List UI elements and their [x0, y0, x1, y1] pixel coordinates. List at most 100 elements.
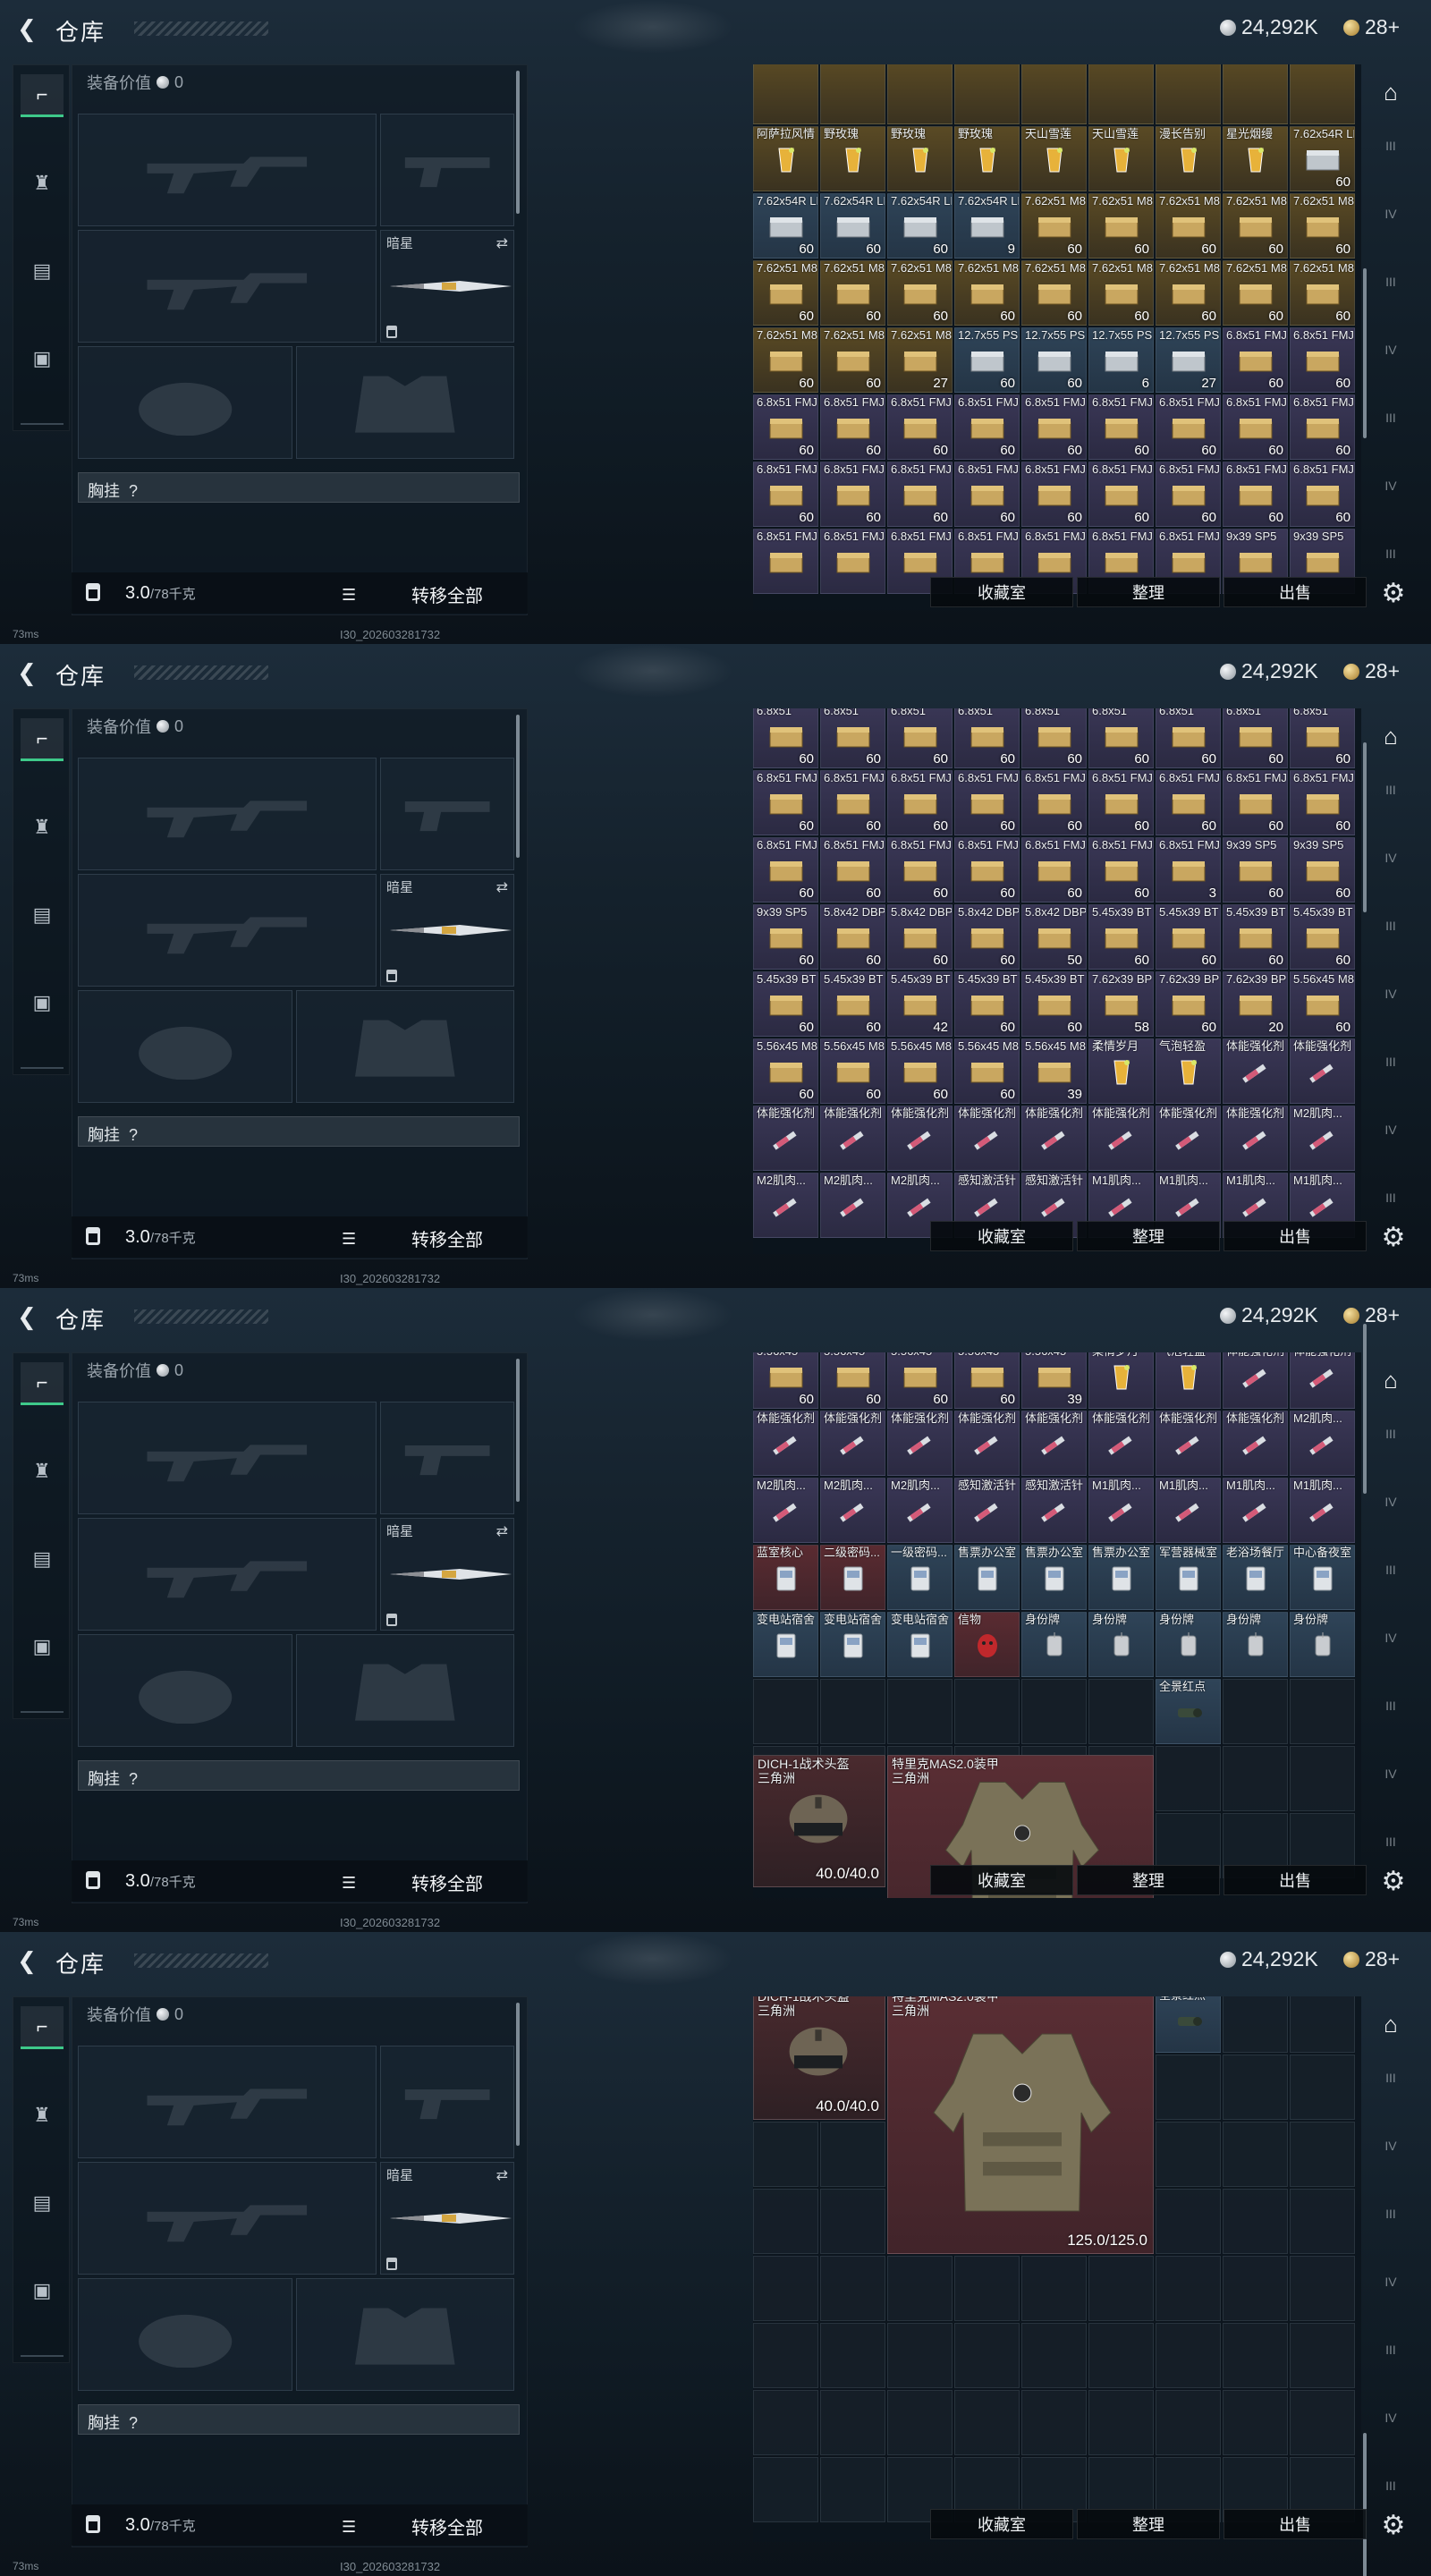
nav-case[interactable]: ▣	[21, 2269, 64, 2312]
item-cell[interactable]: 售票办公室	[954, 1545, 1020, 1610]
list-icon[interactable]: ☰	[342, 1230, 356, 1249]
item-cell[interactable]: 7.62x51 M80 60	[954, 260, 1020, 326]
equip-scrollbar[interactable]	[516, 71, 520, 214]
item-cell[interactable]: 身份牌	[1156, 1612, 1221, 1677]
item-cell[interactable]: 漫长告别	[1156, 126, 1221, 191]
item-cell[interactable]: 体能强化剂	[1223, 1106, 1288, 1171]
equip-scrollbar[interactable]	[516, 1359, 520, 1502]
rn-tier-tab[interactable]: III	[1376, 911, 1406, 941]
melee-slot[interactable]: 暗星 ⇄	[380, 1518, 514, 1631]
item-cell[interactable]: 6.8x51 FMJ 60	[887, 394, 953, 460]
item-cell[interactable]: 6.8x51 FMJ 60	[820, 394, 885, 460]
item-cell[interactable]: 蓝室核心	[753, 1545, 818, 1610]
transfer-all-button[interactable]: 转移全部	[411, 1869, 483, 1895]
item-cell[interactable]: 变电站宿舍	[887, 1612, 953, 1677]
item-cell[interactable]: 6.8x51 FMJ 60	[1021, 770, 1087, 835]
item-cell[interactable]: 体能强化剂	[887, 1106, 953, 1171]
item-cell[interactable]: 体能强化剂	[1088, 1106, 1154, 1171]
item-cell[interactable]: 7.62x51 M80 60	[1021, 193, 1087, 258]
item-cell[interactable]: 7.62x51 M80 60	[1223, 193, 1288, 258]
item-cell[interactable]: M2肌肉...	[1290, 1411, 1355, 1476]
item-cell[interactable]: 5.56x45 M855A1 60	[820, 1038, 885, 1104]
rn-tier-tab[interactable]: IV	[1376, 2402, 1406, 2433]
item-cell[interactable]: 体能强化剂	[1223, 1352, 1288, 1409]
collection-room-button[interactable]: 收藏室	[930, 1221, 1073, 1251]
item-cell[interactable]: 7.62x51 M80 60	[1088, 193, 1154, 258]
item-cell[interactable]: 体能强化剂	[1156, 1411, 1221, 1476]
item-cell[interactable]: 6.8x51 60	[1088, 708, 1154, 768]
rn-tier-tab[interactable]: IV	[1376, 1114, 1406, 1145]
sort-button[interactable]: 整理	[1077, 2509, 1220, 2539]
primary-weapon-slot[interactable]	[78, 114, 377, 226]
sort-button[interactable]: 整理	[1077, 1865, 1220, 1895]
rn-tier-tab[interactable]: III	[1376, 2063, 1406, 2093]
item-cell[interactable]: 6.8x51 FMJ 60	[1290, 462, 1355, 527]
nav-vest[interactable]: ▤	[21, 2182, 64, 2224]
rn-tier-tab[interactable]: III	[1376, 2470, 1406, 2501]
item-cell[interactable]: M1肌肉...	[1223, 1478, 1288, 1543]
sell-button[interactable]: 出售	[1224, 577, 1367, 607]
item-cell[interactable]: 6.8x51 60	[887, 708, 953, 768]
item-cell[interactable]: M2肌肉...	[753, 1478, 818, 1543]
pistol-slot[interactable]	[380, 114, 514, 226]
rn-tier-tab[interactable]: IV	[1376, 1758, 1406, 1789]
item-cell[interactable]: 7.62x51 M80 60	[887, 260, 953, 326]
item-cell[interactable]: 信物	[954, 1612, 1020, 1677]
item-cell[interactable]: 体能强化剂	[954, 1106, 1020, 1171]
sort-button[interactable]: 整理	[1077, 577, 1220, 607]
rn-home[interactable]: ⌂	[1376, 1365, 1406, 1395]
item-cell[interactable]: 6.8x51 FMJ 60	[954, 394, 1020, 460]
item-cell[interactable]: 5.56x45 M855A1 60	[887, 1038, 953, 1104]
item-cell[interactable]: 5.56x45 M855A1 60	[954, 1038, 1020, 1104]
item-cell[interactable]: 感知激活针	[1021, 1478, 1087, 1543]
rn-tier-tab[interactable]: III	[1376, 267, 1406, 297]
item-cell[interactable]: 体能强化剂	[753, 1411, 818, 1476]
settings-button[interactable]: ⚙	[1377, 577, 1410, 609]
item-cell[interactable]: 体能强化剂	[820, 1411, 885, 1476]
item-cell[interactable]: 阿萨拉风情	[753, 126, 818, 191]
gold-balance[interactable]: 28+	[1343, 15, 1400, 39]
item-cell[interactable]: 6.8x51 FMJ 60	[1290, 394, 1355, 460]
sell-button[interactable]: 出售	[1224, 2509, 1367, 2539]
item-cell[interactable]: 7.62x51 M80 60	[753, 260, 818, 326]
sort-button[interactable]: 整理	[1077, 1221, 1220, 1251]
secondary-weapon-slot[interactable]	[78, 1518, 377, 1631]
item-cell[interactable]: 6.8x51 FMJ 60	[1290, 770, 1355, 835]
rn-tier-tab[interactable]: III	[1376, 775, 1406, 805]
gold-balance[interactable]: 28+	[1343, 659, 1400, 683]
item-cell[interactable]: 体能强化剂	[1223, 1411, 1288, 1476]
item-cell[interactable]: 6.8x51 60	[753, 708, 818, 768]
item-cell[interactable]: M2肌肉...	[1290, 1106, 1355, 1171]
rn-tier-tab[interactable]: III	[1376, 1555, 1406, 1585]
sell-button[interactable]: 出售	[1224, 1221, 1367, 1251]
item-cell[interactable]: 售票办公室	[1088, 1545, 1154, 1610]
rn-home[interactable]: ⌂	[1376, 721, 1406, 751]
nav-backpack[interactable]: ♜	[21, 2094, 64, 2137]
grid-scrollbar[interactable]	[1363, 2433, 1367, 2576]
rn-tier-tab[interactable]: III	[1376, 1826, 1406, 1857]
item-cell[interactable]: 7.62x39 BP 60	[1156, 971, 1221, 1037]
gold-balance[interactable]: 28+	[1343, 1303, 1400, 1327]
item-cell[interactable]: 6.8x51 FMJ 60	[887, 770, 953, 835]
item-cell[interactable]: 7.62x54R LPS 60	[1290, 126, 1355, 191]
item-cell[interactable]: 6.8x51 FMJ 60	[1021, 394, 1087, 460]
item-cell[interactable]: 体能强化剂	[1021, 1106, 1087, 1171]
swap-icon[interactable]: ⇄	[496, 234, 508, 252]
rn-tier-tab[interactable]: IV	[1376, 470, 1406, 501]
back-button[interactable]: ❮	[14, 1303, 39, 1330]
item-cell[interactable]: M1肌肉...	[1088, 1478, 1154, 1543]
helmet-item[interactable]: DICH-1战术头盔 三角洲 40.0/40.0	[753, 1996, 885, 2120]
item-cell[interactable]: 天山雪莲	[1021, 126, 1087, 191]
melee-slot[interactable]: 暗星 ⇄	[380, 2162, 514, 2275]
item-cell[interactable]: 5.56x45 M855A1 60	[753, 1038, 818, 1104]
item-cell[interactable]: 6.8x51 60	[820, 708, 885, 768]
collection-room-button[interactable]: 收藏室	[930, 1865, 1073, 1895]
grid-scrollbar[interactable]	[1363, 268, 1367, 438]
list-icon[interactable]: ☰	[342, 1874, 356, 1893]
settings-button[interactable]: ⚙	[1377, 2509, 1410, 2541]
item-cell[interactable]: M2肌肉...	[820, 1173, 885, 1238]
item-cell[interactable]: 5.45x39 BT 60	[1156, 904, 1221, 970]
item-cell[interactable]: 天山雪莲	[1088, 126, 1154, 191]
item-cell[interactable]: 6.8x51 FMJ 60	[887, 837, 953, 902]
item-cell[interactable]: 7.62x39 BP 20	[1223, 971, 1288, 1037]
